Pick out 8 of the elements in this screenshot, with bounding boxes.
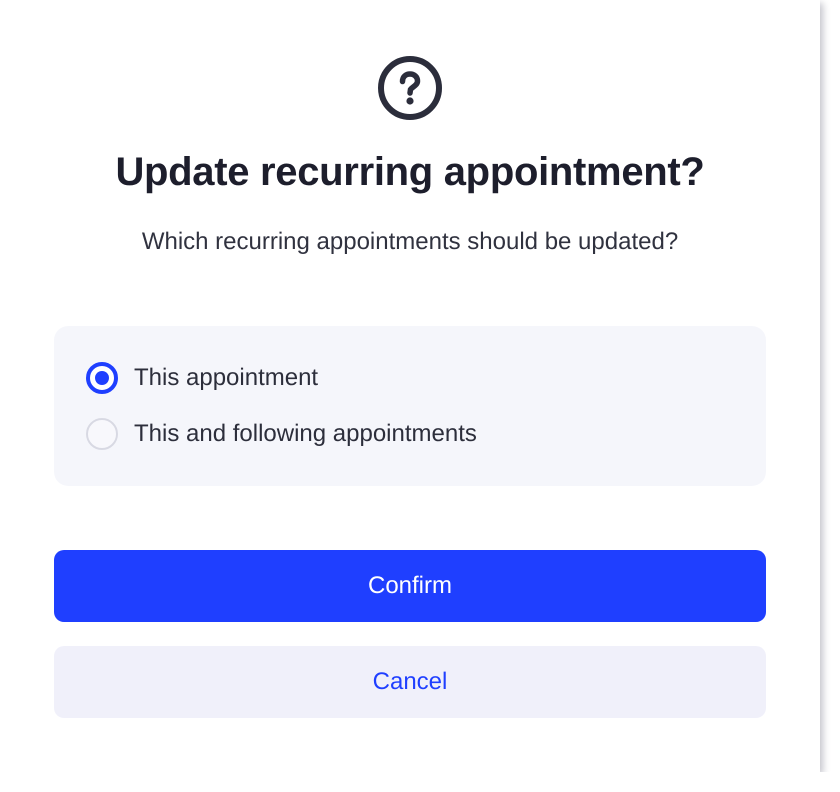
radio-option[interactable]: This and following appointments [86, 414, 477, 454]
question-icon [378, 56, 442, 120]
radio-icon[interactable] [86, 362, 118, 394]
dialog-title: Update recurring appointment? [114, 149, 706, 196]
confirm-button[interactable]: Confirm [54, 550, 766, 622]
radio-option[interactable]: This appointment [86, 358, 318, 398]
dialog-message: Which recurring appointments should be updated? [140, 227, 680, 257]
cancel-button[interactable]: Cancel [54, 646, 766, 718]
